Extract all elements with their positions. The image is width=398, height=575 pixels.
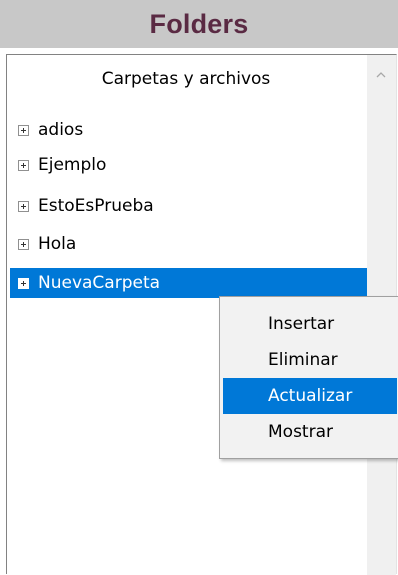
tree-item-ejemplo[interactable]: Ejemplo — [10, 150, 365, 180]
expand-plus-icon[interactable] — [18, 124, 29, 136]
menu-item-actualizar[interactable]: Actualizar — [223, 378, 397, 414]
panel-title: Folders — [149, 8, 249, 39]
tree-item-adios[interactable]: adios — [10, 115, 365, 145]
tree-item-label: Hola — [38, 234, 77, 254]
tree-item-label: Ejemplo — [38, 155, 107, 175]
scroll-up-arrow-icon[interactable] — [376, 70, 386, 80]
menu-item-eliminar[interactable]: Eliminar — [223, 342, 397, 378]
tree-item-label: adios — [38, 120, 84, 140]
tree-item-hola[interactable]: Hola — [10, 229, 365, 259]
expand-plus-icon[interactable] — [18, 200, 29, 212]
tree-root-label[interactable]: Carpetas y archivos — [7, 69, 365, 89]
menu-item-mostrar[interactable]: Mostrar — [223, 414, 397, 450]
expand-plus-icon[interactable] — [18, 238, 29, 250]
expand-plus-icon[interactable] — [18, 159, 29, 171]
panel-header: Folders — [0, 0, 398, 48]
expand-plus-icon[interactable] — [18, 277, 29, 289]
tree-item-nuevacarpeta[interactable]: NuevaCarpeta — [10, 268, 367, 298]
context-menu: Insertar Eliminar Actualizar Mostrar — [219, 296, 398, 459]
tree-item-label: EstoEsPrueba — [38, 196, 154, 216]
menu-item-insertar[interactable]: Insertar — [223, 306, 397, 342]
tree-item-estoesprueba[interactable]: EstoEsPrueba — [10, 191, 365, 221]
tree-item-label: NuevaCarpeta — [38, 273, 161, 293]
